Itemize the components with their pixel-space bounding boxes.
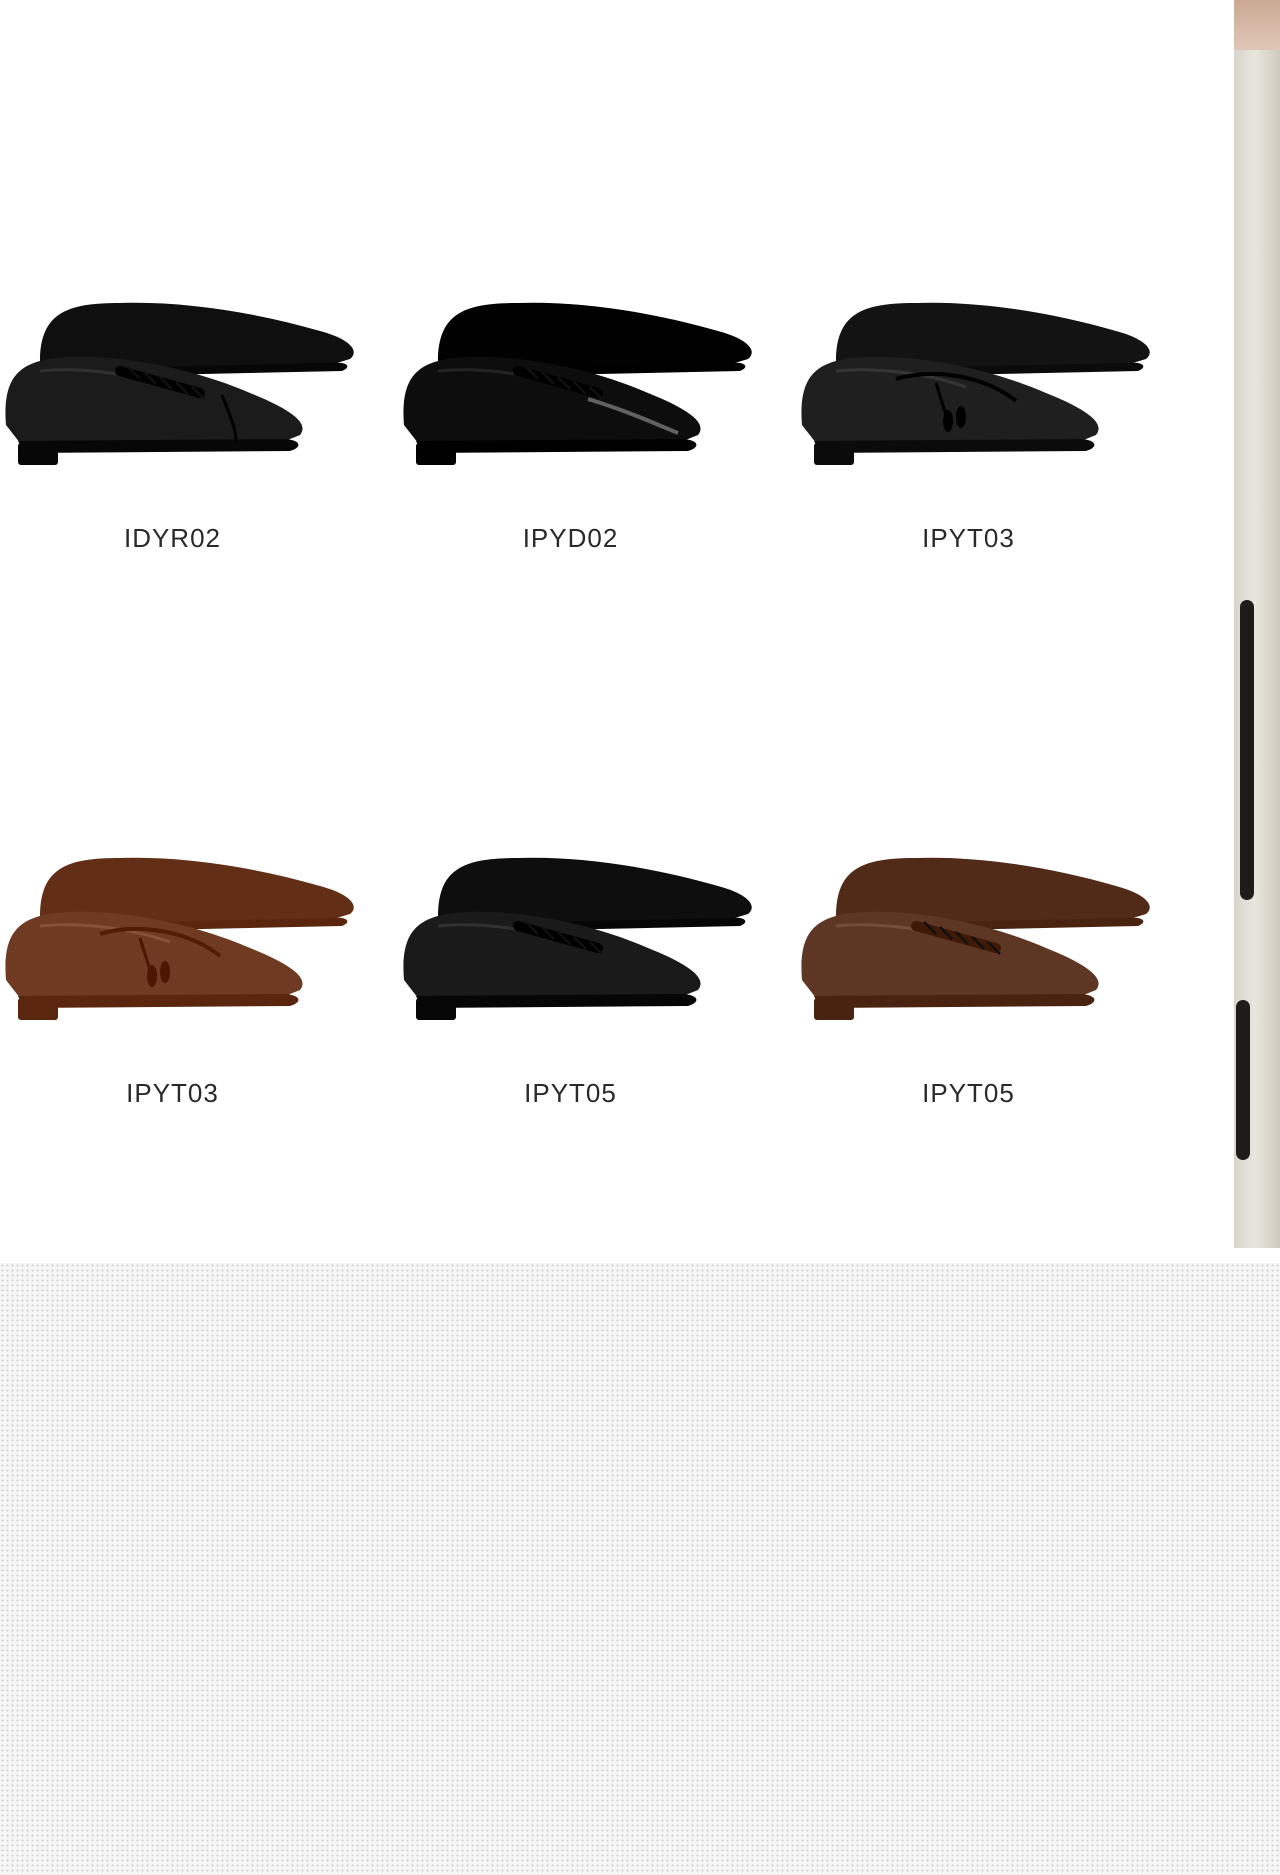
product-code: IPYT05 bbox=[922, 1078, 1015, 1108]
product-code: IPYT03 bbox=[922, 523, 1015, 553]
shoe-sole bbox=[18, 994, 299, 1008]
shoe-sole bbox=[416, 994, 697, 1008]
shoe-front bbox=[5, 911, 303, 1020]
photo-dark-fold bbox=[1236, 1000, 1250, 1160]
shoe-heel bbox=[416, 998, 456, 1020]
shoe-sole bbox=[18, 439, 299, 453]
catalog-page: IDYR02 IPYD02 IPYT03 IPYT03 IPYT05 IPYT0… bbox=[0, 0, 1280, 1875]
product-code: IPYT03 bbox=[126, 1078, 219, 1108]
product-code: IPYD02 bbox=[522, 523, 619, 553]
shoe-heel bbox=[18, 998, 58, 1020]
product-card[interactable]: IPYT05 bbox=[398, 810, 768, 1110]
shoe-oxford-icon bbox=[5, 302, 354, 465]
photo-skin-area bbox=[1234, 0, 1280, 50]
product-card[interactable]: IDYR02 bbox=[0, 255, 370, 555]
tassel bbox=[147, 965, 157, 987]
shoe-heel bbox=[814, 998, 854, 1020]
product-code: IDYR02 bbox=[123, 523, 222, 553]
product-card[interactable]: IPYD02 bbox=[398, 255, 768, 555]
tassel bbox=[956, 406, 966, 428]
shoe-front bbox=[403, 356, 701, 465]
shoe-sole bbox=[416, 439, 697, 453]
shoe-front bbox=[801, 911, 1099, 1020]
shoe-front bbox=[403, 911, 701, 1020]
shoe-loafer-icon bbox=[5, 857, 354, 1020]
shoe-derby-icon bbox=[403, 857, 752, 1020]
shoe-heel bbox=[416, 443, 456, 465]
product-card[interactable]: IPYT03 bbox=[0, 810, 370, 1110]
product-code: IPYT05 bbox=[524, 1078, 617, 1108]
tassel bbox=[943, 410, 953, 432]
shoe-loafer-icon bbox=[801, 302, 1150, 465]
shoe-derby-icon bbox=[801, 857, 1150, 1020]
shoe-heel bbox=[814, 443, 854, 465]
shoe-sole bbox=[814, 994, 1095, 1008]
product-card[interactable]: IPYT05 bbox=[796, 810, 1166, 1110]
shoe-front bbox=[801, 356, 1099, 465]
tassel bbox=[160, 961, 170, 983]
shoe-heel bbox=[18, 443, 58, 465]
product-card[interactable]: IPYT03 bbox=[796, 255, 1166, 555]
model-photo bbox=[1234, 0, 1280, 1248]
dot-pattern-background bbox=[0, 1263, 1280, 1875]
shoe-sole bbox=[814, 439, 1095, 453]
shoe-front bbox=[5, 356, 303, 465]
shoe-derby-icon bbox=[403, 302, 752, 465]
photo-dark-fold bbox=[1240, 600, 1254, 900]
